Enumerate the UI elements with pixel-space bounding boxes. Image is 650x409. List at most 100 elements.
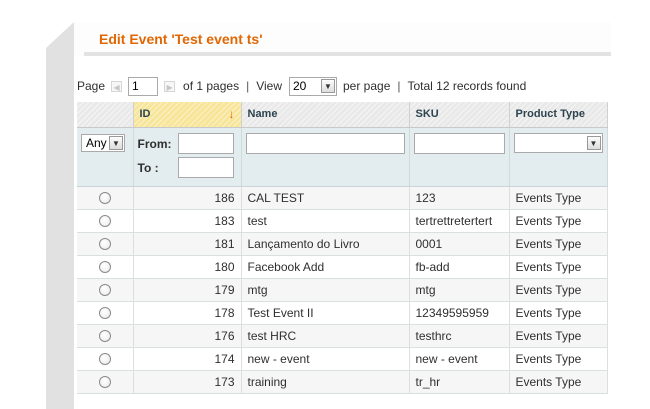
to-label: To : [137, 160, 159, 175]
row-radio-button[interactable] [98, 307, 111, 320]
row-name: test [241, 209, 410, 233]
row-product-type: Events Type [509, 370, 608, 394]
column-header-sku[interactable]: SKU [409, 102, 510, 128]
id-from-input[interactable] [177, 133, 234, 154]
column-header-product-type[interactable]: Product Type [509, 102, 608, 128]
row-select-cell [77, 232, 134, 256]
pager: Page ◀ ▶ of 1 pages | View 20 ▼ per page… [77, 76, 617, 96]
table-row[interactable]: 176 test HRC testhrc Events Type [77, 324, 608, 348]
row-product-type: Events Type [509, 324, 608, 348]
grid-filter-row: Any ▼ From: To : ▼ [77, 127, 608, 187]
page-number-input[interactable] [128, 76, 159, 96]
row-product-type: Events Type [509, 301, 608, 325]
row-id: 186 [133, 186, 242, 210]
row-select-cell [77, 209, 134, 233]
row-radio-button[interactable] [98, 215, 111, 228]
product-type-filter-select[interactable]: ▼ [513, 132, 603, 153]
row-name: Test Event II [241, 301, 410, 325]
name-filter-input[interactable] [245, 132, 405, 154]
page-label: Page [77, 79, 106, 93]
row-name: new - event [241, 347, 410, 371]
row-sku: testhrc [409, 324, 510, 348]
row-name: training [241, 370, 410, 394]
row-product-type: Events Type [509, 255, 608, 279]
filter-name-cell [241, 127, 410, 187]
row-select-cell [77, 186, 134, 210]
id-to-input[interactable] [177, 157, 234, 178]
row-sku: 123 [409, 186, 510, 210]
column-header-id[interactable]: ID ↓ [133, 102, 242, 128]
chevron-down-icon: ▼ [109, 135, 123, 150]
row-name: Lançamento do Livro [241, 232, 410, 256]
of-pages-text: of 1 pages [183, 79, 240, 93]
prev-page-icon[interactable]: ◀ [111, 80, 123, 92]
row-product-type: Events Type [509, 186, 608, 210]
table-row[interactable]: 180 Facebook Add fb-add Events Type [77, 255, 608, 279]
products-grid: ID ↓ Name SKU Product Type Any ▼ From: T [77, 102, 608, 394]
row-product-type: Events Type [509, 209, 608, 233]
row-radio-button[interactable] [98, 284, 111, 297]
row-sku: tr_hr [409, 370, 510, 394]
row-id: 176 [133, 324, 242, 348]
from-label: From: [137, 136, 172, 151]
per-page-label: per page [343, 79, 391, 93]
table-row[interactable]: 186 CAL TEST 123 Events Type [77, 186, 608, 210]
column-header-name[interactable]: Name [241, 102, 410, 128]
row-name: mtg [241, 278, 410, 302]
row-select-cell [77, 278, 134, 302]
filter-type-cell: ▼ [509, 127, 608, 187]
row-sku: 12349595959 [409, 301, 510, 325]
table-row[interactable]: 174 new - event new - event Events Type [77, 347, 608, 371]
chevron-down-icon: ▼ [586, 135, 601, 150]
filter-id-cell: From: To : [133, 127, 242, 187]
row-id: 178 [133, 301, 242, 325]
table-row[interactable]: 173 training tr_hr Events Type [77, 370, 608, 394]
in-products-filter-select[interactable]: Any ▼ [81, 133, 125, 152]
sort-desc-icon: ↓ [228, 107, 235, 121]
row-radio-button[interactable] [98, 192, 111, 205]
filter-select-value: Any [86, 135, 107, 150]
per-page-value: 20 [293, 79, 307, 93]
table-row[interactable]: 178 Test Event II 12349595959 Events Type [77, 301, 608, 325]
per-page-select[interactable]: 20 ▼ [289, 76, 337, 96]
row-select-cell [77, 255, 134, 279]
row-name: Facebook Add [241, 255, 410, 279]
row-radio-button[interactable] [98, 353, 111, 366]
filter-select-cell: Any ▼ [77, 127, 134, 187]
column-header-label: SKU [415, 108, 439, 121]
pager-separator-2: | [397, 79, 401, 93]
row-id: 173 [133, 370, 242, 394]
pager-separator: | [246, 79, 250, 93]
row-select-cell [77, 301, 134, 325]
next-page-icon[interactable]: ▶ [164, 80, 176, 92]
row-product-type: Events Type [509, 232, 608, 256]
row-sku: fb-add [409, 255, 510, 279]
side-panel-fold [46, 22, 74, 48]
column-header-label: ID [139, 108, 151, 121]
row-name: test HRC [241, 324, 410, 348]
grid-headings: ID ↓ Name SKU Product Type [77, 102, 608, 128]
row-product-type: Events Type [509, 347, 608, 371]
row-radio-button[interactable] [98, 238, 111, 251]
title-divider [84, 52, 611, 56]
row-radio-button[interactable] [98, 330, 111, 343]
column-header-select [77, 102, 134, 128]
row-select-cell [77, 324, 134, 348]
row-id: 181 [133, 232, 242, 256]
row-radio-button[interactable] [98, 376, 111, 389]
row-sku: new - event [409, 347, 510, 371]
sku-filter-input[interactable] [413, 132, 505, 154]
row-id: 174 [133, 347, 242, 371]
table-row[interactable]: 181 Lançamento do Livro 0001 Events Type [77, 232, 608, 256]
page-title: Edit Event 'Test event ts' [99, 31, 263, 47]
row-product-type: Events Type [509, 278, 608, 302]
table-row[interactable]: 179 mtg mtg Events Type [77, 278, 608, 302]
row-id: 183 [133, 209, 242, 233]
row-select-cell [77, 347, 134, 371]
row-sku: 0001 [409, 232, 510, 256]
side-panel [46, 48, 74, 409]
filter-sku-cell [409, 127, 510, 187]
row-radio-button[interactable] [98, 261, 111, 274]
table-row[interactable]: 183 test tertrettretertert Events Type [77, 209, 608, 233]
total-records: Total 12 records found [407, 79, 527, 93]
